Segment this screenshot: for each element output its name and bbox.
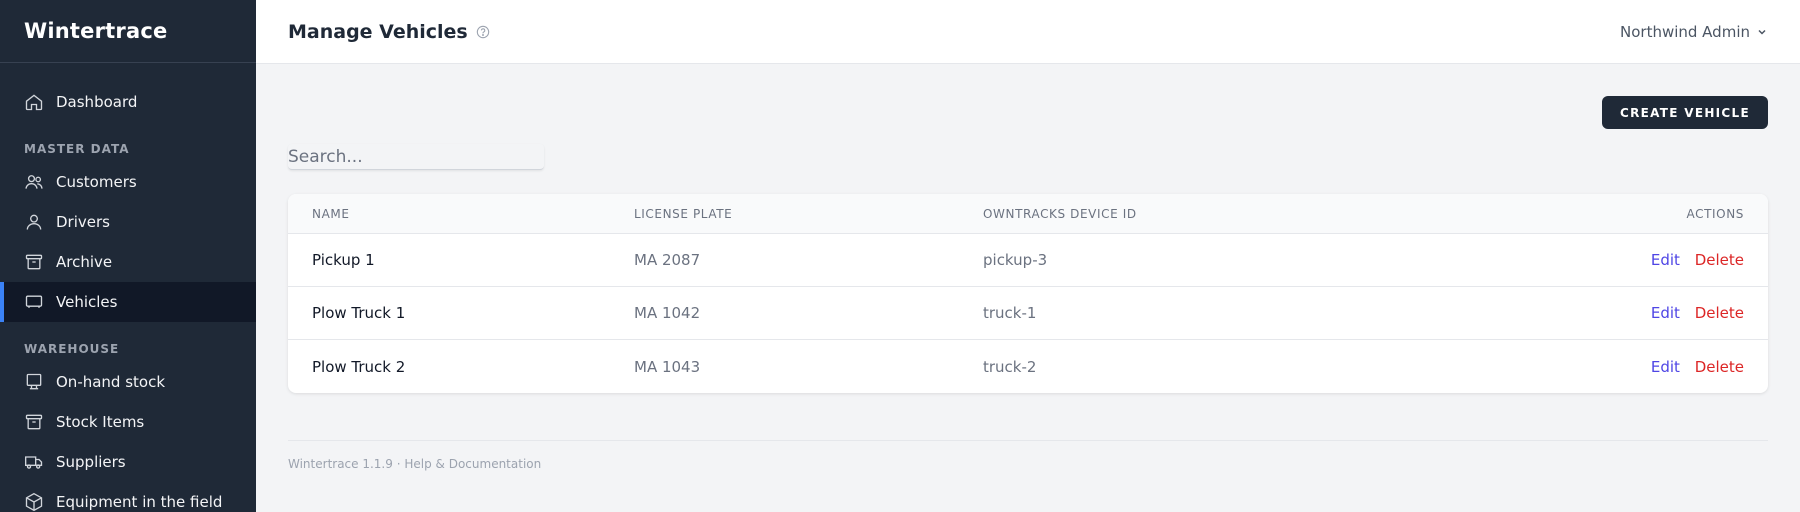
sidebar-item-equipment[interactable]: Equipment in the field bbox=[0, 482, 256, 512]
sidebar-item-customers[interactable]: Customers bbox=[0, 162, 256, 202]
row-actions: Edit Delete bbox=[1583, 304, 1768, 322]
column-header-name[interactable]: NAME bbox=[288, 207, 634, 221]
sidebar-item-dashboard[interactable]: Dashboard bbox=[0, 82, 256, 122]
sidebar-item-archive[interactable]: Archive bbox=[0, 242, 256, 282]
edit-link[interactable]: Edit bbox=[1651, 358, 1680, 376]
search-input[interactable] bbox=[288, 144, 544, 170]
cube-icon bbox=[24, 492, 44, 512]
table-row: Plow Truck 2 MA 1043 truck-2 Edit Delete bbox=[288, 340, 1768, 393]
license-plate: MA 1042 bbox=[634, 304, 701, 322]
help-icon[interactable] bbox=[476, 25, 490, 39]
sidebar-item-label: On-hand stock bbox=[56, 373, 166, 391]
box-icon bbox=[24, 412, 44, 432]
sidebar-item-label: Stock Items bbox=[56, 413, 145, 431]
sidebar-item-label: Archive bbox=[56, 253, 113, 271]
sidebar-section-title: WAREHOUSE bbox=[24, 342, 120, 356]
delete-link[interactable]: Delete bbox=[1695, 358, 1744, 376]
column-header-actions: ACTIONS bbox=[1686, 206, 1744, 221]
license-plate: MA 2087 bbox=[634, 251, 701, 269]
users-icon bbox=[24, 172, 44, 192]
row-actions: Edit Delete bbox=[1583, 251, 1768, 269]
vehicle-name: Pickup 1 bbox=[312, 251, 375, 269]
edit-link[interactable]: Edit bbox=[1651, 251, 1680, 269]
column-header-device-id[interactable]: OWNTRACKS DEVICE ID bbox=[983, 207, 1583, 221]
user-name: Northwind Admin bbox=[1620, 22, 1750, 41]
sidebar-item-label: Drivers bbox=[56, 213, 110, 231]
create-vehicle-button[interactable]: CREATE VEHICLE bbox=[1601, 96, 1768, 129]
vehicle-icon bbox=[24, 292, 44, 312]
sidebar-section-title: MASTER DATA bbox=[24, 142, 130, 156]
table-row: Plow Truck 1 MA 1042 truck-1 Edit Delete bbox=[288, 287, 1768, 340]
truck-icon bbox=[24, 452, 44, 472]
page-title-wrap: Manage Vehicles bbox=[288, 21, 490, 43]
device-id: pickup-3 bbox=[983, 251, 1048, 269]
archive-icon bbox=[24, 252, 44, 272]
home-icon bbox=[24, 92, 44, 112]
sidebar-item-drivers[interactable]: Drivers bbox=[0, 202, 256, 242]
top-bar: Manage Vehicles Northwind Admin bbox=[256, 0, 1800, 64]
license-plate: MA 1043 bbox=[634, 357, 701, 376]
sidebar-item-label: Suppliers bbox=[56, 453, 126, 471]
footer-separator: · bbox=[396, 457, 401, 471]
table-row: Pickup 1 MA 2087 pickup-3 Edit Delete bbox=[288, 234, 1768, 287]
sidebar-item-label: Customers bbox=[56, 173, 137, 191]
app-version: Wintertrace 1.1.9 bbox=[288, 457, 393, 471]
row-actions: Edit Delete bbox=[1583, 358, 1768, 376]
footer: Wintertrace 1.1.9 · Help & Documentation bbox=[288, 440, 1768, 471]
sidebar-item-vehicles[interactable]: Vehicles bbox=[0, 282, 256, 322]
device-id: truck-1 bbox=[983, 304, 1037, 322]
sidebar-item-on-hand-stock[interactable]: On-hand stock bbox=[0, 362, 256, 402]
chevron-down-icon bbox=[1756, 26, 1768, 38]
sidebar-item-stock-items[interactable]: Stock Items bbox=[0, 402, 256, 442]
table-header: NAME LICENSE PLATE OWNTRACKS DEVICE ID A… bbox=[288, 194, 1768, 234]
column-header-license-plate[interactable]: LICENSE PLATE bbox=[634, 207, 983, 221]
delete-link[interactable]: Delete bbox=[1695, 251, 1744, 269]
vehicle-name: Plow Truck 2 bbox=[312, 357, 406, 376]
device-id: truck-2 bbox=[983, 357, 1037, 376]
sidebar-item-label: Vehicles bbox=[56, 293, 118, 311]
vehicles-table: NAME LICENSE PLATE OWNTRACKS DEVICE ID A… bbox=[288, 194, 1768, 393]
user-menu[interactable]: Northwind Admin bbox=[1620, 23, 1768, 41]
edit-link[interactable]: Edit bbox=[1651, 304, 1680, 322]
sidebar-item-label: Dashboard bbox=[56, 93, 138, 111]
user-icon bbox=[24, 212, 44, 232]
sidebar-item-label: Equipment in the field bbox=[56, 493, 223, 511]
help-documentation-link[interactable]: Help & Documentation bbox=[404, 457, 541, 471]
delete-link[interactable]: Delete bbox=[1695, 304, 1744, 322]
stock-icon bbox=[24, 372, 44, 392]
app-logo[interactable]: Wintertrace bbox=[0, 0, 256, 63]
vehicle-name: Plow Truck 1 bbox=[312, 304, 406, 322]
sidebar: Wintertrace Dashboard MASTER DATA Custom… bbox=[0, 0, 256, 512]
sidebar-item-suppliers[interactable]: Suppliers bbox=[0, 442, 256, 482]
page-title: Manage Vehicles bbox=[288, 20, 468, 43]
